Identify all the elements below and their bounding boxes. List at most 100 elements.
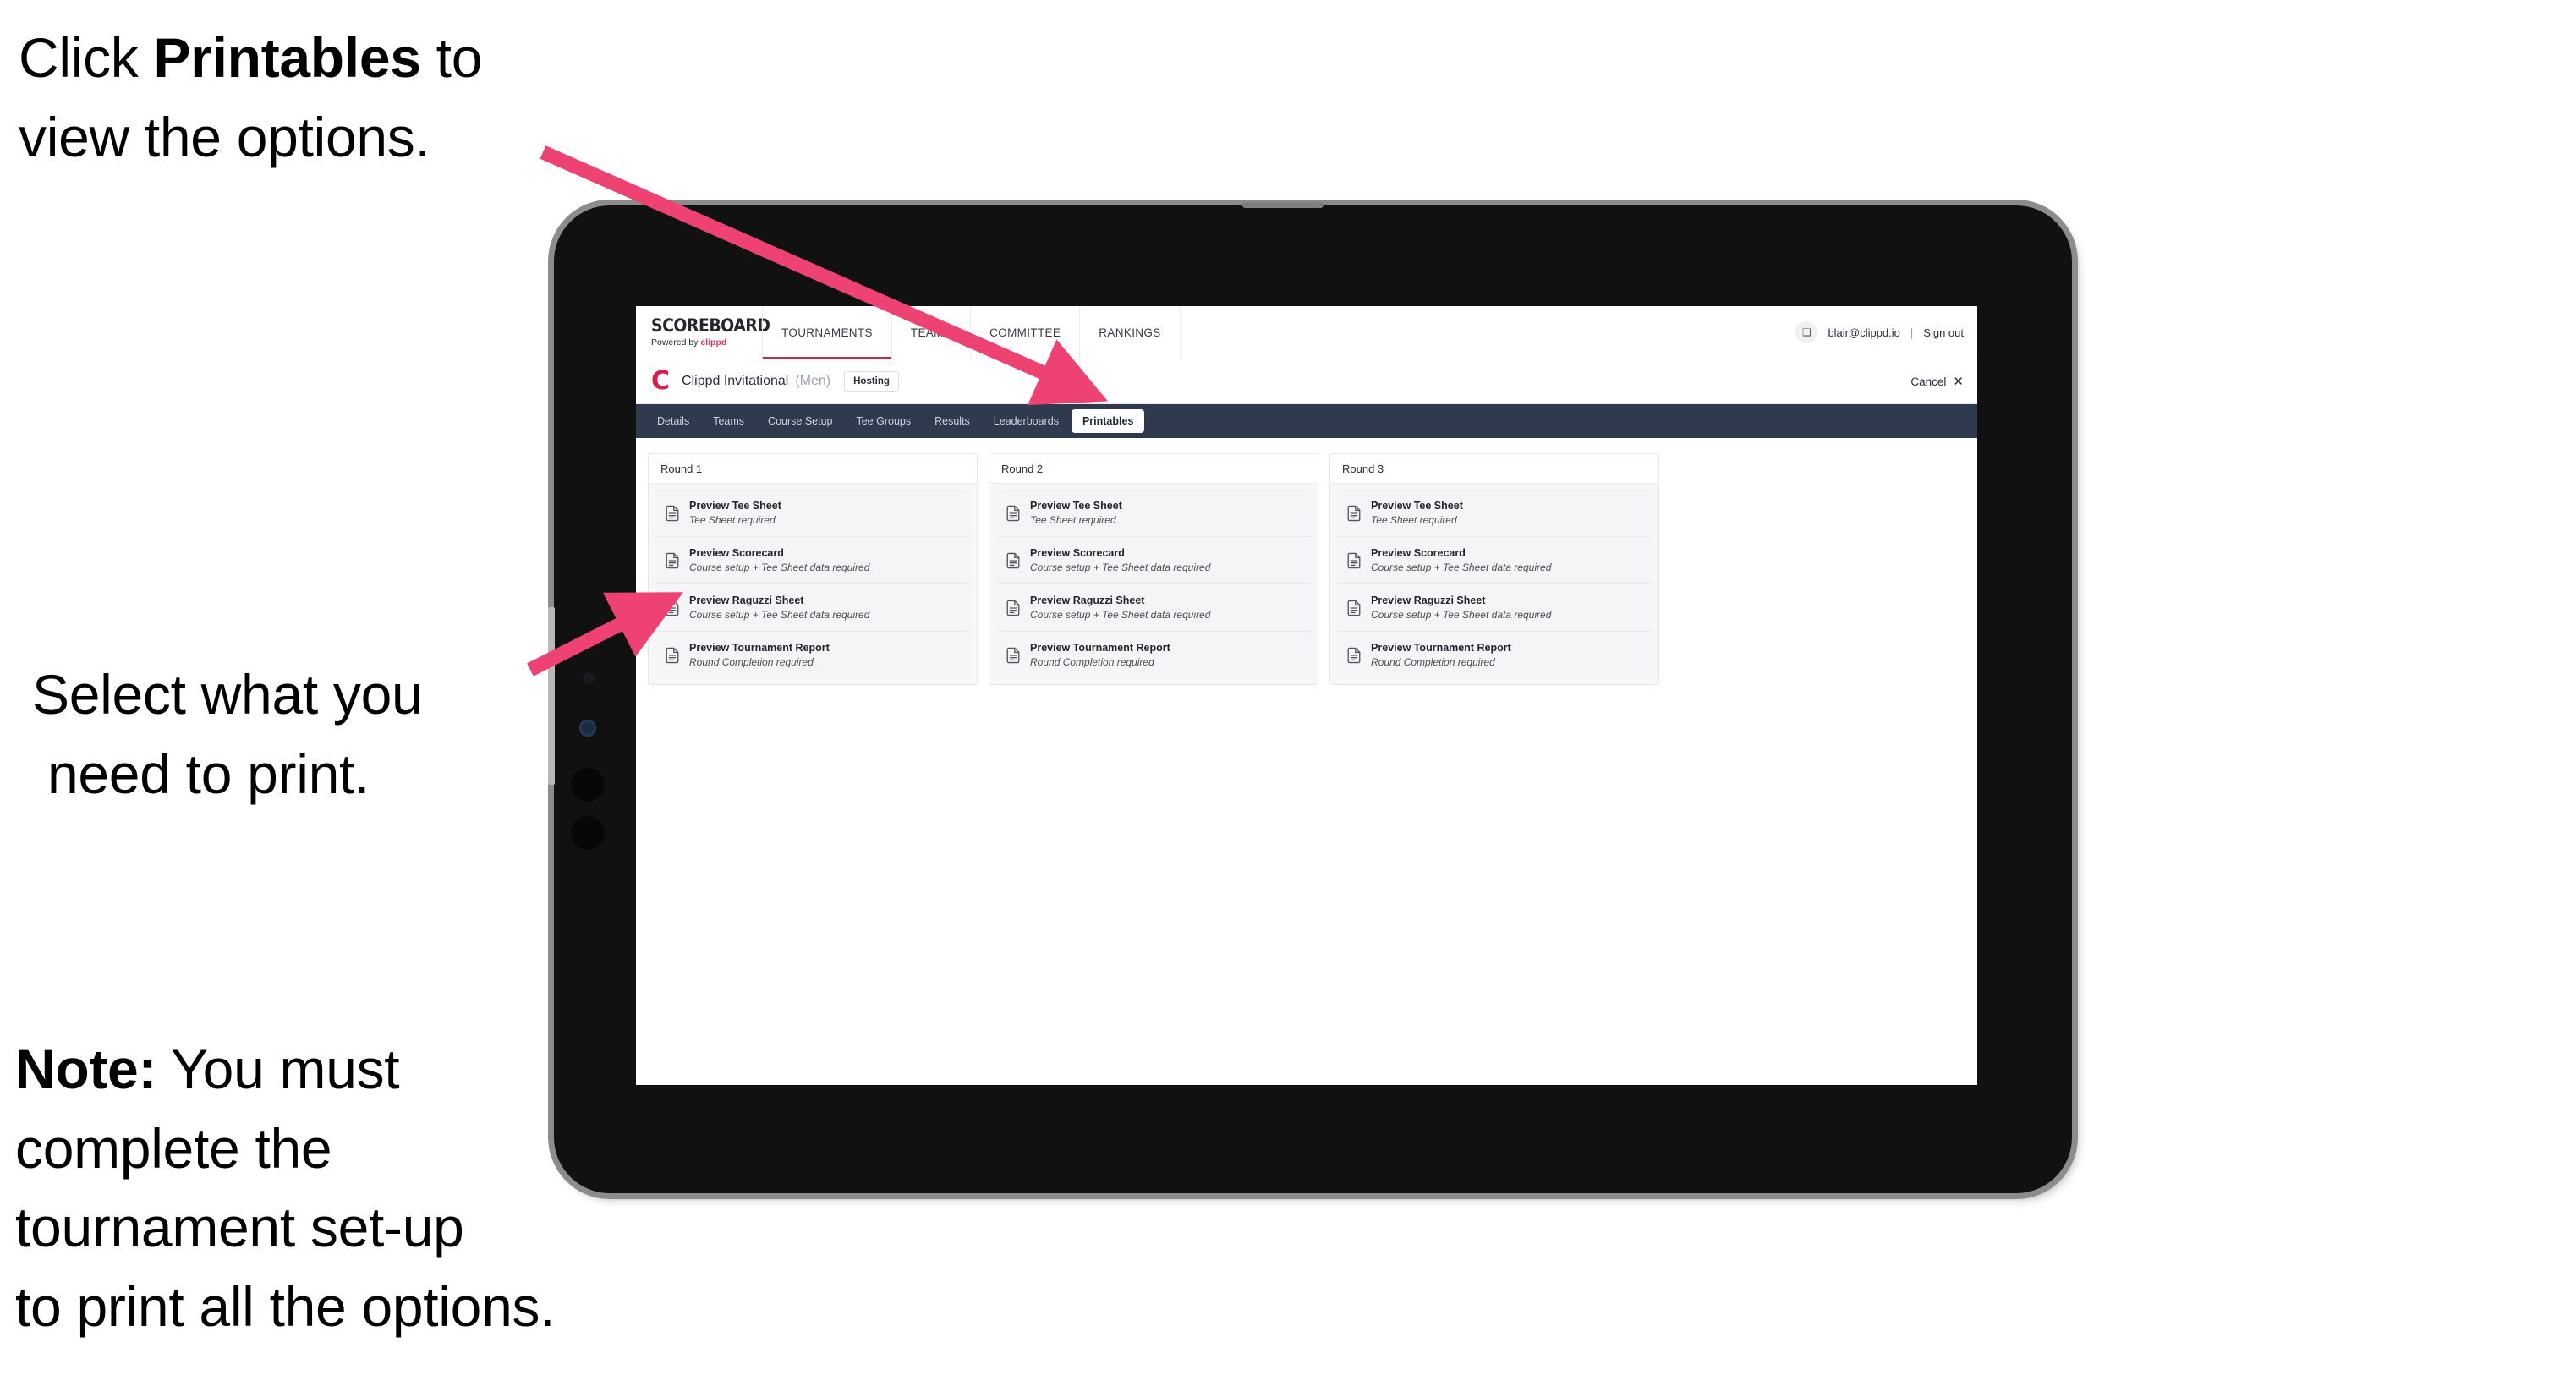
printable-item-title: Preview Scorecard (689, 547, 784, 560)
round-title: Round 1 (649, 454, 977, 484)
printable-item-text: Preview Tee Sheet Tee Sheet required (1371, 499, 1463, 527)
printable-item-title: Preview Raguzzi Sheet (689, 594, 804, 607)
printable-item-text: Preview Scorecard Course setup + Tee Shee… (1030, 546, 1210, 574)
document-icon (665, 647, 680, 664)
annotation-step-1-bold: Printables (153, 26, 421, 89)
section-tab-teams[interactable]: Teams (702, 409, 755, 433)
round-title: Round 3 (1330, 454, 1658, 484)
printable-item-title: Preview Tournament Report (1371, 642, 1511, 655)
avatar[interactable]: ❑ (1795, 321, 1818, 343)
cancel-button[interactable]: Cancel ✕ (1910, 375, 1964, 388)
printable-item-requirement: Tee Sheet required (1371, 513, 1457, 526)
printable-item[interactable]: Preview Raguzzi Sheet Course setup + Tee … (1336, 584, 1652, 633)
printable-item-requirement: Course setup + Tee Sheet data required (1030, 561, 1211, 573)
printable-item-text: Preview Tournament Report Round Completio… (1371, 641, 1511, 669)
printable-item-requirement: Course setup + Tee Sheet data required (689, 609, 870, 621)
document-icon (665, 552, 680, 569)
document-icon (1346, 552, 1362, 569)
printable-item[interactable]: Preview Tee Sheet Tee Sheet required (995, 490, 1312, 538)
printable-item[interactable]: Preview Tournament Report Round Completio… (655, 632, 971, 679)
printable-item-requirement: Course setup + Tee Sheet data required (1371, 561, 1552, 573)
printable-item-title: Preview Raguzzi Sheet (1030, 594, 1145, 607)
printable-item-title: Preview Tee Sheet (1030, 500, 1122, 512)
tablet-hardware-button-bottom[interactable] (571, 816, 605, 850)
tournament-name: Clippd Invitational (682, 374, 789, 388)
printable-item-title: Preview Tee Sheet (1371, 500, 1463, 512)
section-tab-tee-groups[interactable]: Tee Groups (845, 409, 922, 433)
printable-item-text: Preview Scorecard Course setup + Tee Shee… (689, 546, 869, 574)
tablet-led-indicator-icon (579, 720, 596, 737)
status-badge: Hosting (844, 371, 899, 392)
annotation-note-line3: tournament set-up (15, 1196, 464, 1259)
document-icon (1006, 647, 1021, 664)
sign-out-link[interactable]: Sign out (1923, 326, 1964, 339)
printable-item[interactable]: Preview Scorecard Course setup + Tee Shee… (995, 537, 1312, 585)
printable-item-requirement: Round Completion required (1030, 656, 1154, 669)
printable-item-requirement: Round Completion required (689, 656, 814, 669)
printable-item-title: Preview Tournament Report (1030, 642, 1170, 655)
nav-tab-teams[interactable]: TEAMS (891, 306, 972, 359)
section-tab-leaderboards[interactable]: Leaderboards (983, 409, 1070, 433)
printable-item[interactable]: Preview Raguzzi Sheet Course setup + Tee … (655, 584, 971, 633)
tablet-hardware-button-top[interactable] (571, 768, 605, 802)
printable-item[interactable]: Preview Tournament Report Round Completio… (995, 632, 1312, 679)
brand-logo[interactable]: SCOREBOARD Powered by clippd (636, 306, 770, 359)
printable-item-requirement: Tee Sheet required (1030, 513, 1116, 526)
round-column: Round 2 Preview Tee Sheet Tee Sheet requir… (989, 453, 1318, 686)
section-tab-details[interactable]: Details (646, 409, 700, 433)
annotation-step-1-prefix: Click (19, 26, 154, 89)
annotation-step-2: Select what you need to print. (32, 655, 556, 814)
tablet-speaker (1241, 202, 1324, 208)
printables-panel: Round 1 Preview Tee Sheet Tee Sheet requir… (636, 438, 1977, 701)
document-icon (1006, 505, 1021, 522)
printable-item-title: Preview Tournament Report (689, 642, 830, 655)
user-email: blair@clippd.io (1828, 326, 1900, 339)
printable-item-requirement: Round Completion required (1371, 656, 1495, 669)
account-separator: | (1910, 326, 1914, 339)
printable-item-title: Preview Scorecard (1371, 547, 1466, 560)
tablet-device-frame: SCOREBOARD Powered by clippd TOURNAMENTS… (548, 202, 2072, 1193)
cancel-label: Cancel (1910, 375, 1947, 388)
printable-item[interactable]: Preview Tee Sheet Tee Sheet required (1336, 490, 1652, 538)
section-tab-printables[interactable]: Printables (1071, 409, 1145, 433)
printable-item-text: Preview Raguzzi Sheet Course setup + Tee … (689, 594, 869, 622)
printable-item-requirement: Course setup + Tee Sheet data required (1371, 609, 1552, 621)
printable-item-text: Preview Tournament Report Round Completio… (689, 641, 830, 669)
section-tab-results[interactable]: Results (924, 409, 981, 433)
printable-item-text: Preview Scorecard Course setup + Tee Shee… (1371, 546, 1551, 574)
annotation-step-1: Click Printables to view the options. (19, 19, 577, 177)
printable-item-text: Preview Raguzzi Sheet Course setup + Tee … (1030, 594, 1210, 622)
tablet-side-rail (548, 607, 555, 785)
document-icon (1006, 600, 1021, 616)
printable-item[interactable]: Preview Tournament Report Round Completio… (1336, 632, 1652, 679)
printable-item-text: Preview Tee Sheet Tee Sheet required (689, 499, 781, 527)
annotation-step-1-suffix: to (420, 26, 483, 89)
printable-item[interactable]: Preview Tee Sheet Tee Sheet required (655, 490, 971, 538)
document-icon (1346, 505, 1362, 522)
section-tab-bar: Details Teams Course Setup Tee Groups Result… (636, 404, 1977, 438)
tablet-screen: SCOREBOARD Powered by clippd TOURNAMENTS… (636, 306, 1977, 1085)
annotation-step-2-line2: need to print. (47, 742, 370, 805)
printable-item[interactable]: Preview Scorecard Course setup + Tee Shee… (655, 537, 971, 585)
nav-tab-committee[interactable]: COMMITTEE (970, 306, 1081, 359)
annotation-step-2-line1: Select what you (32, 663, 423, 726)
printable-item-text: Preview Tournament Report Round Completio… (1030, 641, 1170, 669)
brand-tagline-accent: clippd (700, 337, 727, 348)
annotation-note-line4: to print all the options. (15, 1275, 556, 1339)
tournament-gender: (Men) (795, 374, 831, 388)
round-item-list: Preview Tee Sheet Tee Sheet required Previ… (649, 484, 977, 685)
printable-item-title: Preview Raguzzi Sheet (1371, 594, 1486, 607)
nav-tab-tournaments[interactable]: TOURNAMENTS (762, 306, 892, 359)
annotation-step-1-line2: view the options. (19, 105, 430, 168)
nav-tab-rankings[interactable]: RANKINGS (1079, 306, 1181, 359)
app-top-navigation: SCOREBOARD Powered by clippd TOURNAMENTS… (636, 306, 1977, 359)
annotation-note-bold: Note: (15, 1038, 157, 1100)
tournament-header: C Clippd Invitational (Men) Hosting Canc… (636, 359, 1977, 404)
brand-title: SCOREBOARD (651, 315, 770, 336)
printable-item[interactable]: Preview Scorecard Course setup + Tee Shee… (1336, 537, 1652, 585)
section-tab-course-setup[interactable]: Course Setup (757, 409, 843, 433)
document-icon (1346, 647, 1362, 664)
printable-item[interactable]: Preview Raguzzi Sheet Course setup + Tee … (995, 584, 1312, 633)
printable-item-text: Preview Tee Sheet Tee Sheet required (1030, 499, 1122, 527)
brand-tagline: Powered by clippd (651, 337, 763, 348)
